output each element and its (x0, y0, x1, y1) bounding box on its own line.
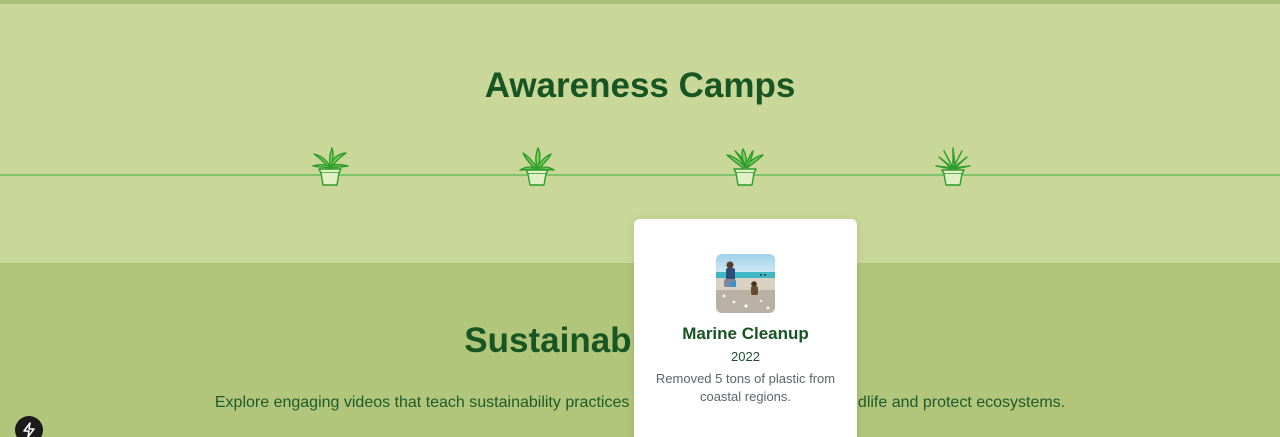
popup-year: 2022 (731, 349, 760, 364)
page: Awareness Camps Sustainability Explore e… (0, 0, 1280, 437)
potted-plant-icon (933, 145, 973, 189)
section-title: Awareness Camps (484, 66, 796, 105)
timeline-marker-1[interactable] (310, 145, 350, 189)
timeline-marker-2[interactable] (517, 145, 557, 189)
beach-cleanup-photo (716, 254, 775, 313)
potted-plant-icon (517, 145, 557, 189)
timeline-marker-3[interactable] (725, 145, 765, 189)
popup-description: Removed 5 tons of plastic from coastal r… (655, 371, 836, 404)
potted-plant-icon (725, 145, 765, 189)
dev-tools-button[interactable] (15, 416, 43, 437)
popup-title: Marine Cleanup (682, 324, 809, 343)
timeline-line (0, 174, 1280, 176)
timeline-marker-4[interactable] (933, 145, 973, 189)
potted-plant-icon (310, 145, 350, 189)
camp-detail-popup: Marine Cleanup 2022 Removed 5 tons of pl… (634, 219, 857, 437)
